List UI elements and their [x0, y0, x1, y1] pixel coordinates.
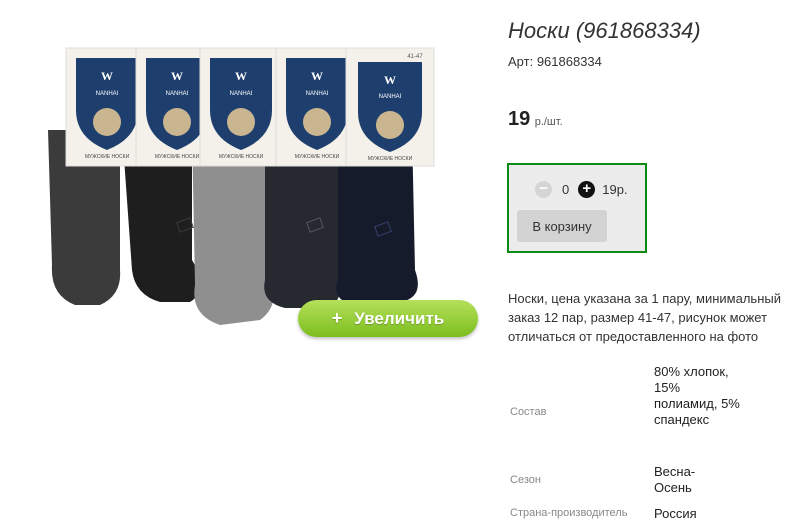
add-to-cart-button[interactable]: В корзину	[517, 210, 607, 242]
property-value: Россия	[654, 506, 697, 521]
svg-text:NANHAI: NANHAI	[306, 91, 329, 97]
svg-text:NANHAI: NANHAI	[230, 91, 253, 97]
cart-total: 19р.	[602, 182, 628, 197]
price-unit: р./шт.	[534, 116, 563, 128]
zoom-button[interactable]: + Увеличить	[298, 300, 478, 337]
sku-value: 961868334	[536, 54, 602, 69]
price-value: 19	[508, 108, 531, 130]
sku-label: Арт:	[508, 54, 534, 69]
decrease-quantity-button[interactable]: −	[535, 181, 552, 198]
svg-text:МУЖСКИЕ НОСКИ: МУЖСКИЕ НОСКИ	[368, 156, 413, 162]
property-key: Страна-производитель	[510, 507, 628, 519]
product-sku: Арт: 961868334	[508, 54, 602, 69]
product-price: 19 р./шт.	[508, 108, 563, 131]
svg-text:МУЖСКИЕ НОСКИ: МУЖСКИЕ НОСКИ	[155, 154, 200, 160]
svg-text:NANHAI: NANHAI	[166, 91, 189, 97]
property-key: Состав	[510, 406, 547, 418]
increase-quantity-button[interactable]: +	[578, 181, 596, 198]
svg-text:W: W	[384, 73, 396, 87]
svg-text:W: W	[101, 69, 113, 83]
zoom-button-label: Увеличить	[354, 308, 445, 328]
svg-text:МУЖСКИЕ НОСКИ: МУЖСКИЕ НОСКИ	[295, 154, 340, 160]
quantity-stepper: − 0 + 19р.	[535, 181, 628, 198]
svg-text:МУЖСКИЕ НОСКИ: МУЖСКИЕ НОСКИ	[219, 154, 264, 160]
svg-text:МУЖСКИЕ НОСКИ: МУЖСКИЕ НОСКИ	[85, 154, 130, 160]
property-value: 80% хлопок, 15% полиамид, 5% спандекс	[654, 364, 740, 427]
sock-label-3: W NANHAI МУЖСКИЕ НОСКИ	[199, 47, 283, 167]
svg-text:41-47: 41-47	[407, 54, 423, 60]
svg-text:W: W	[235, 69, 247, 83]
svg-text:NANHAI: NANHAI	[379, 94, 402, 100]
product-description: Носки, цена указана за 1 пару, минимальн…	[508, 291, 781, 344]
product-title: Носки (961868334)	[508, 18, 701, 43]
socks-illustration: W NANHAI МУЖСКИЕ НОСКИ W NANHAI МУЖСКИЕ …	[48, 47, 435, 325]
add-to-cart-panel: − 0 + 19р. В корзину	[507, 163, 647, 253]
product-image[interactable]: W NANHAI МУЖСКИЕ НОСКИ W NANHAI МУЖСКИЕ …	[40, 40, 480, 340]
svg-text:W: W	[311, 69, 323, 83]
sock-label-5: 41-47 W NANHAI МУЖСКИЕ НОСКИ	[345, 47, 435, 167]
property-key: Сезон	[510, 474, 541, 486]
plus-icon: +	[331, 308, 343, 328]
svg-text:NANHAI: NANHAI	[96, 91, 119, 97]
property-value: Весна-Осень	[654, 464, 696, 495]
quantity-value: 0	[562, 182, 570, 197]
svg-text:W: W	[171, 69, 183, 83]
